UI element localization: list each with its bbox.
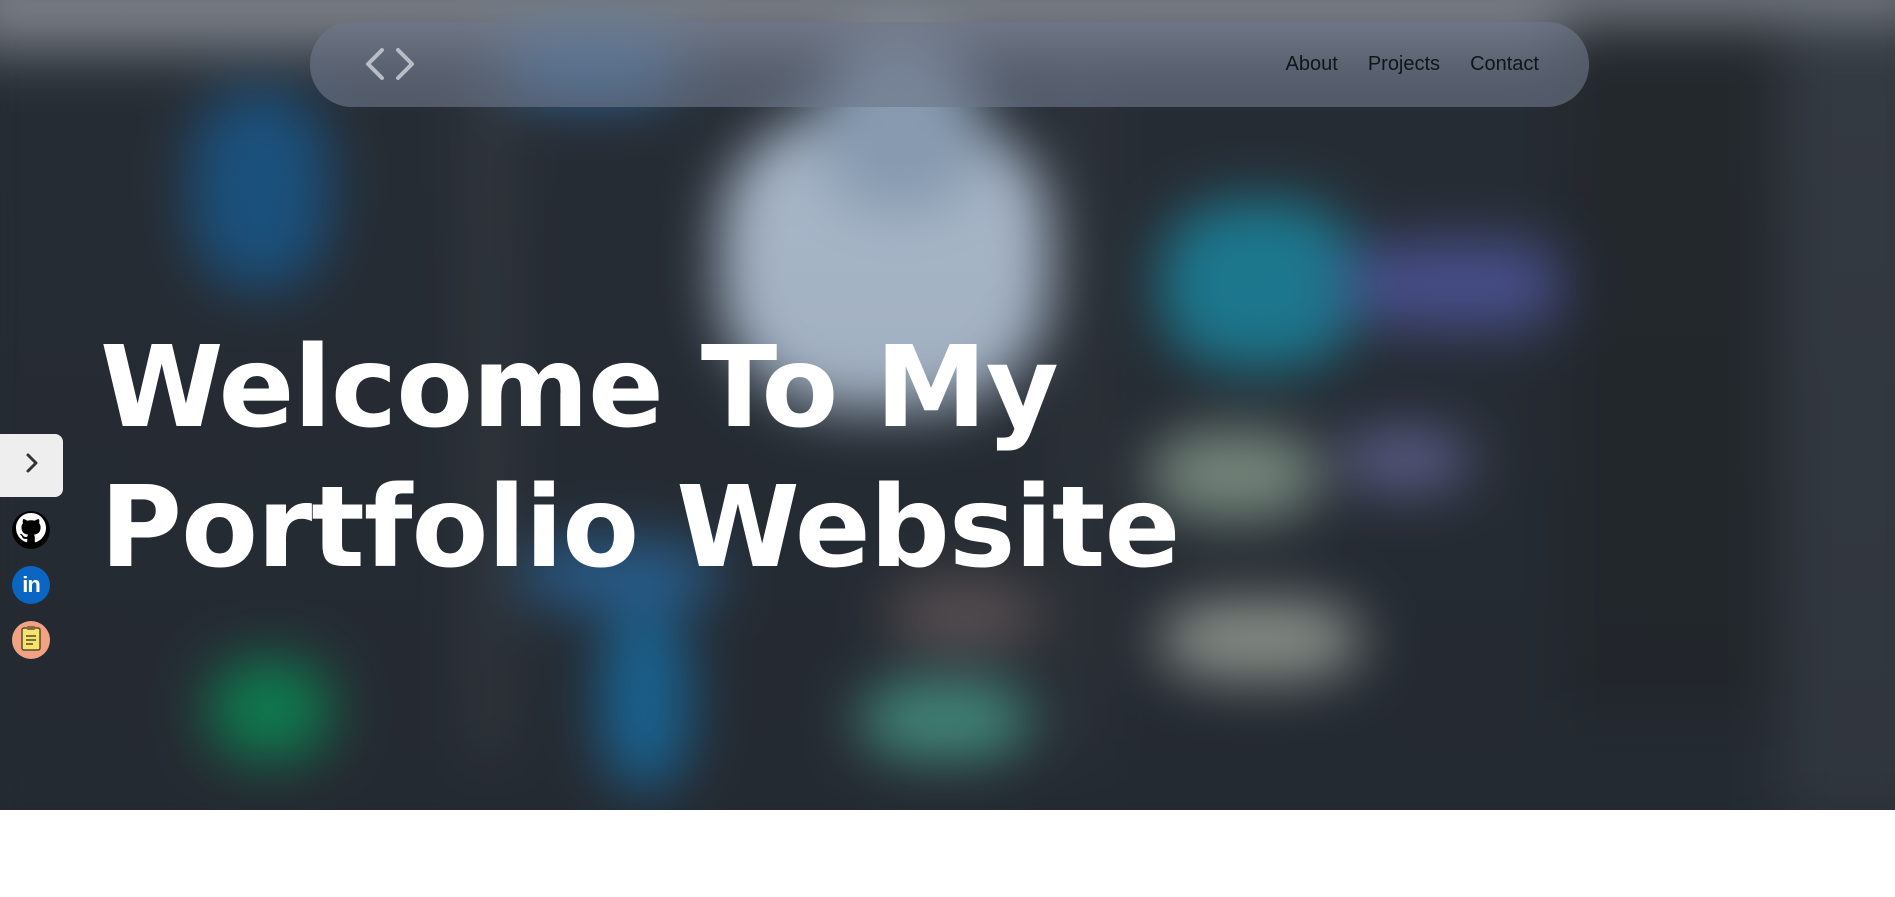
nav-links: About Projects Contact (1286, 22, 1539, 107)
resume-link[interactable] (12, 621, 50, 659)
resume-icon (20, 625, 42, 656)
github-link[interactable] (12, 511, 50, 549)
github-icon (16, 512, 46, 548)
hero-title-line-1: Welcome To My (100, 323, 1059, 453)
hero-section: About Projects Contact Welcome To My Por… (0, 0, 1895, 810)
code-brackets-icon[interactable] (362, 44, 418, 84)
chevron-right-icon (23, 452, 41, 479)
navbar: About Projects Contact (310, 22, 1589, 107)
linkedin-link[interactable]: in (12, 566, 50, 604)
nav-link-projects[interactable]: Projects (1368, 53, 1440, 76)
hero-title-line-2: Portfolio Website (100, 463, 1180, 593)
nav-link-about[interactable]: About (1286, 53, 1338, 76)
linkedin-icon: in (22, 572, 41, 597)
nav-link-contact[interactable]: Contact (1470, 53, 1539, 76)
hero-title: Welcome To My Portfolio Website (100, 318, 1180, 598)
sidebar-toggle-button[interactable] (0, 434, 63, 497)
